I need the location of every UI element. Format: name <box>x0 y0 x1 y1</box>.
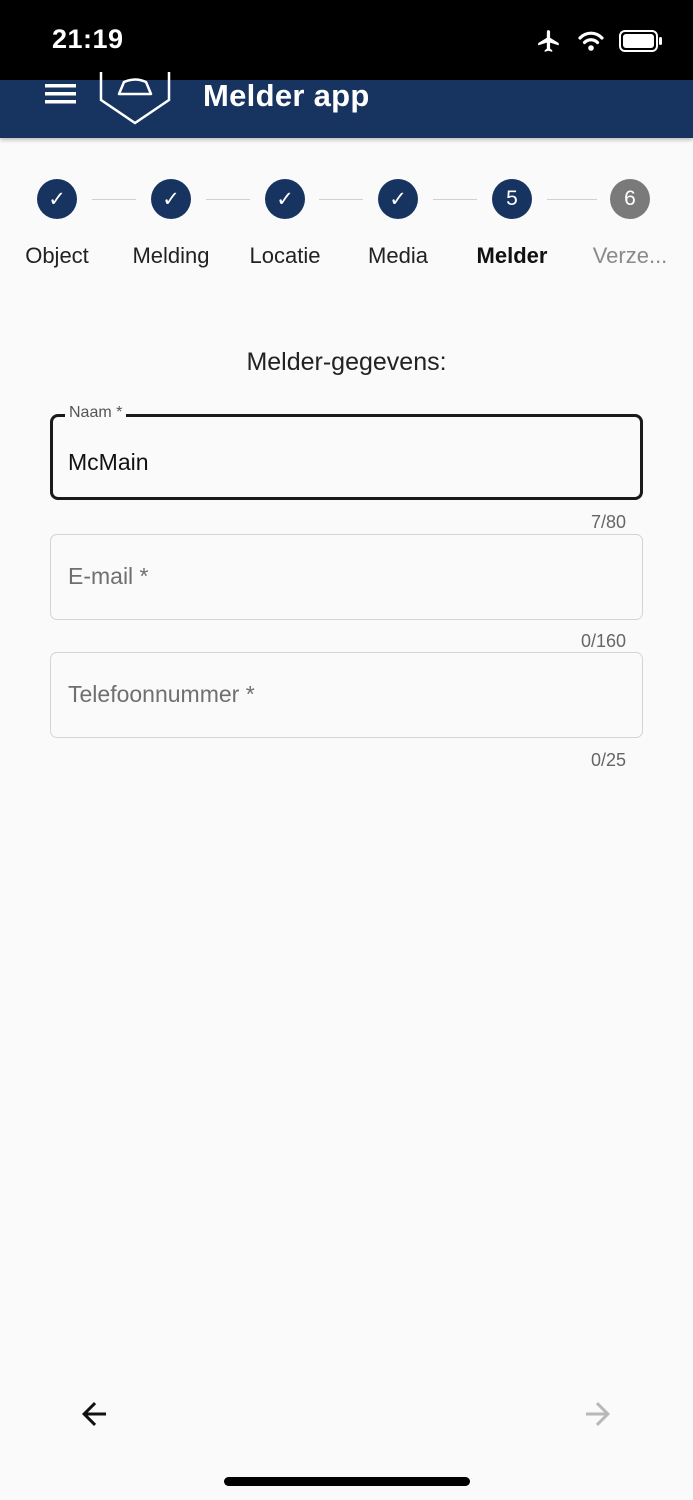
home-indicator <box>224 1477 470 1486</box>
airplane-icon <box>538 30 559 52</box>
step-label: Locatie <box>249 243 321 268</box>
step-number: 5 <box>492 179 532 219</box>
phone-field[interactable]: Telefoonnummer * <box>50 652 643 738</box>
email-field[interactable]: E-mail * <box>50 534 643 620</box>
status-time: 21:19 <box>52 24 124 54</box>
email-field-label: E-mail * <box>68 563 149 589</box>
stepper: ✓ Object ✓ Melding ✓ Locatie ✓ Media 5 M… <box>0 176 693 286</box>
arrow-left-icon[interactable] <box>76 1396 112 1432</box>
step-check-icon: ✓ <box>151 179 191 219</box>
bell-shield-logo-icon <box>99 72 171 125</box>
step-check-icon: ✓ <box>265 179 305 219</box>
name-char-counter: 7/80 <box>590 512 626 532</box>
step-melding[interactable]: ✓ Melding <box>111 176 231 269</box>
step-check-icon: ✓ <box>37 179 77 219</box>
step-label: Melding <box>132 243 210 268</box>
name-field-label: Naam * <box>65 404 127 422</box>
name-field[interactable]: Naam * McMain <box>50 404 643 500</box>
step-verzenden[interactable]: 6 Verze... <box>588 176 672 269</box>
step-melder[interactable]: 5 Melder <box>452 176 572 269</box>
phone-field-label: Telefoonnummer * <box>68 681 255 707</box>
step-label: Media <box>368 243 428 268</box>
status-icons <box>535 28 663 54</box>
battery-icon <box>619 30 662 52</box>
step-check-icon: ✓ <box>378 179 418 219</box>
step-object[interactable]: ✓ Object <box>0 176 117 269</box>
email-char-counter: 0/160 <box>580 631 626 651</box>
app-bar: Melder app <box>0 72 693 138</box>
status-bar: 21:19 <box>0 0 693 80</box>
form-title: Melder-gegevens: <box>246 348 447 376</box>
hamburger-menu-icon[interactable] <box>44 82 78 110</box>
step-label: Verze... <box>592 243 668 268</box>
step-label: Object <box>25 243 89 268</box>
step-media[interactable]: ✓ Media <box>338 176 458 269</box>
step-locatie[interactable]: ✓ Locatie <box>225 176 345 269</box>
name-field-value[interactable]: McMain <box>68 449 149 476</box>
phone-char-counter: 0/25 <box>590 750 626 770</box>
wifi-icon <box>578 31 604 51</box>
app-title: Melder app <box>203 78 370 113</box>
step-label: Melder <box>476 243 548 268</box>
arrow-right-icon <box>586 1402 610 1426</box>
step-number: 6 <box>610 179 650 219</box>
